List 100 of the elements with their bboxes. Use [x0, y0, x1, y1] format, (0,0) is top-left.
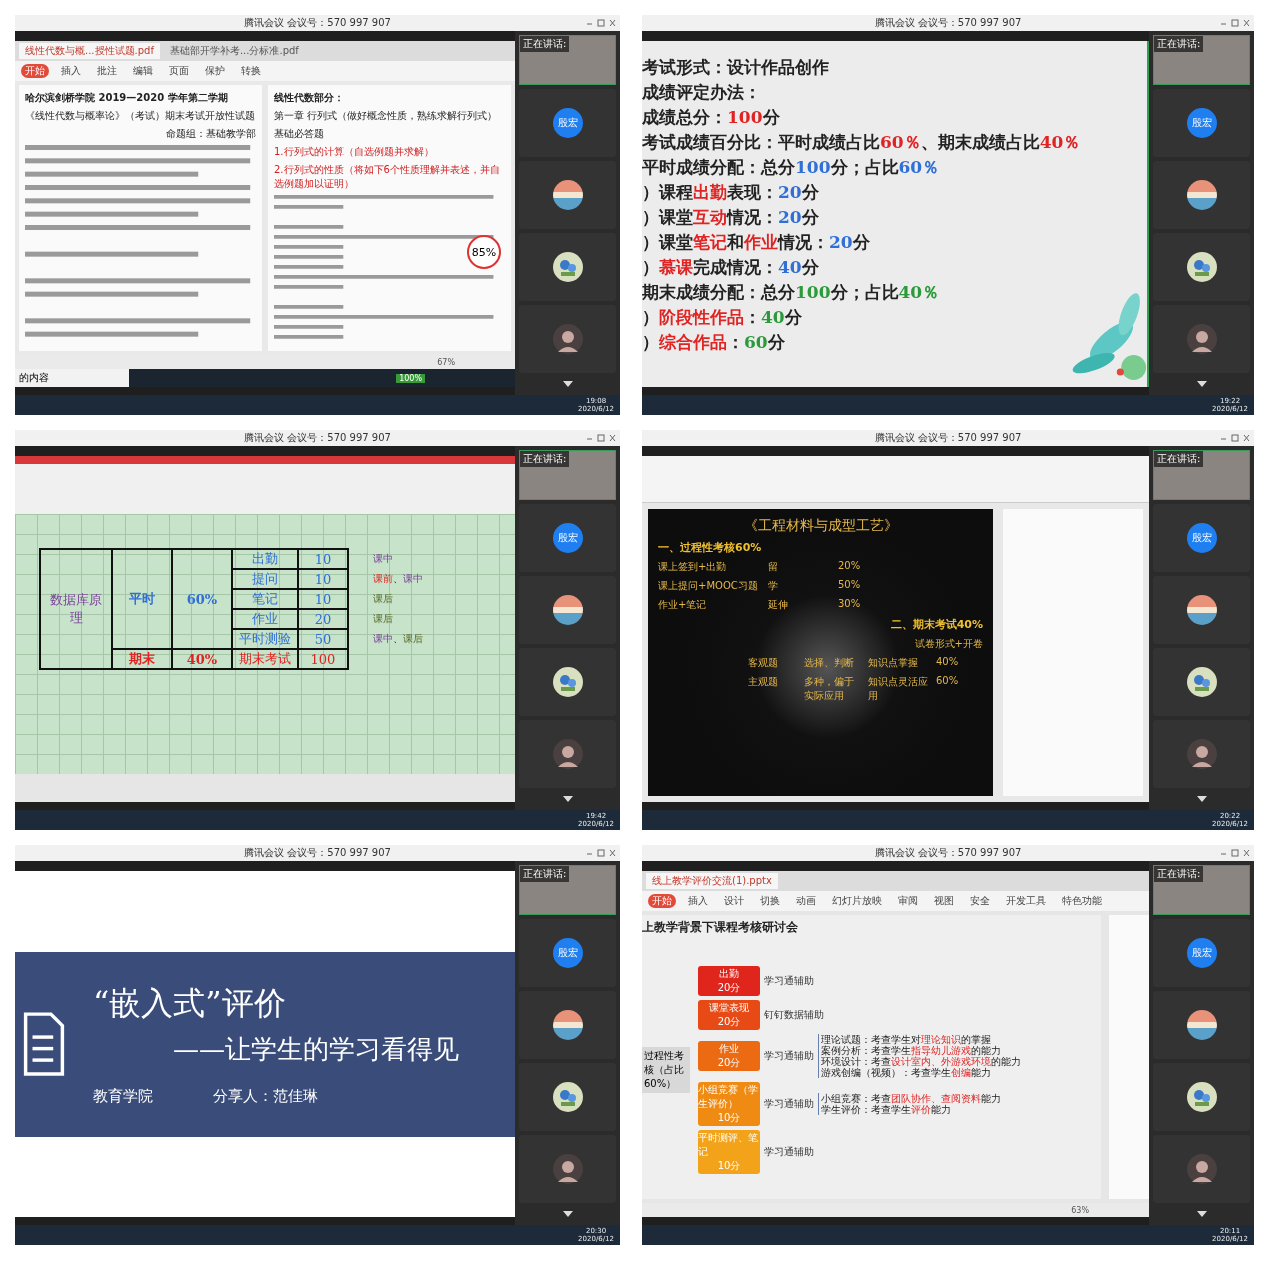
ribbon-tab[interactable]: 批注 [93, 64, 121, 78]
ribbon-tab[interactable]: 插入 [684, 894, 712, 908]
sunset-avatar-icon [552, 595, 583, 625]
window-controls-icon[interactable] [586, 434, 616, 442]
window-controls-icon[interactable] [1220, 434, 1250, 442]
ribbon-tab[interactable]: 保护 [201, 64, 229, 78]
cell-note: 课后 [373, 593, 393, 604]
mindmap-node: 课堂表现 20分 [698, 1000, 760, 1030]
node-label: 钉钉数据辅助 [764, 1008, 824, 1022]
ribbon-tab[interactable]: 幻灯片放映 [828, 894, 886, 908]
ribbon-tab[interactable]: 切换 [756, 894, 784, 908]
slide-subtitle: ——让学生的学习看得见 [173, 1033, 459, 1066]
slide-text: ）综合作品：60分 [642, 331, 786, 354]
slide-text: 成绩评定办法： [642, 81, 762, 104]
table-cell: 10 [298, 549, 348, 569]
table-cell: 10 [298, 569, 348, 589]
node-details: 理论试题：考查学生对理论知识的掌握 案例分析：考查学生指导幼儿游戏的能力 环境设计：考查设计室内、外游戏环境的能力 游戏创编（视频）：考查学生创编能力 [818, 1034, 1021, 1078]
document-tab[interactable]: 线上教学评价交流(1).pptx [646, 873, 778, 889]
zoom-level[interactable]: 67% [437, 357, 455, 367]
zoom-level[interactable]: 63% [1071, 1205, 1089, 1215]
person-avatar-icon [1186, 739, 1217, 769]
ribbon-tab[interactable]: 安全 [966, 894, 994, 908]
search-field[interactable]: 的内容 [15, 369, 129, 387]
section-heading: 二、期末考试40% [890, 617, 983, 632]
document-text: 1.行列式的计算（自选例题并求解） [274, 145, 435, 159]
slide-text: 留 [768, 560, 779, 574]
person-avatar-icon [552, 739, 583, 769]
table-cell: 40% [172, 649, 232, 669]
mindmap-node: 作业 20分 [698, 1041, 760, 1071]
ribbon-tab[interactable]: 开始 [648, 894, 676, 908]
slide-text: 延伸 [768, 598, 789, 612]
college-name: 教育学院 [93, 1087, 153, 1106]
ribbon-tab[interactable]: 开始 [21, 64, 49, 78]
ribbon-tab[interactable]: 审阅 [894, 894, 922, 908]
ribbon-tab[interactable]: 动画 [792, 894, 820, 908]
ribbon-tab[interactable]: 特色功能 [1058, 894, 1106, 908]
table-cell: 20 [298, 609, 348, 629]
person-avatar-icon [552, 1154, 583, 1184]
cell-note: 课前、课中 [373, 573, 423, 584]
slide-text: 学 [768, 579, 779, 593]
slide-text: 作业+笔记 [658, 598, 708, 612]
slide-text: ）慕课完成情况：40分 [642, 256, 820, 279]
node-label: 学习通辅助 [764, 974, 814, 988]
node-label: 学习通辅助 [764, 1145, 814, 1159]
document-text: 命题组：基础教学部 [165, 127, 256, 141]
document-text: 2.行列式的性质（将如下6个性质理解并表述，并自选例题加以证明） [274, 163, 501, 191]
window-title: 腾讯会议 会议号：570 997 907 [874, 16, 1022, 30]
slide-title: “嵌入式”评价 [93, 983, 287, 1024]
table-cell: 出勤 [232, 549, 298, 569]
ribbon-tab[interactable]: 插入 [57, 64, 85, 78]
mindmap-node: 出勤 20分 [698, 966, 760, 996]
avatar-initials: 殷宏 [1186, 938, 1217, 968]
slide-title: 上教学背景下课程考核研讨会 [642, 919, 799, 936]
scroll-down-icon[interactable] [562, 796, 573, 802]
window-title: 腾讯会议 会议号：570 997 907 [874, 431, 1022, 445]
ribbon-tab[interactable]: 设计 [720, 894, 748, 908]
window-title: 腾讯会议 会议号：570 997 907 [244, 846, 391, 860]
table-cell: 50 [298, 629, 348, 649]
table-cell: 100 [298, 649, 348, 669]
document-text: 基础必答题 [274, 127, 325, 141]
slide-text: ）课堂互动情况：20分 [642, 206, 820, 229]
sunset-avatar-icon [552, 1010, 583, 1040]
slide-text: 期末成绩分配：总分100分；占比40％ [642, 281, 941, 304]
ribbon-tab[interactable]: 页面 [165, 64, 193, 78]
table-cell: 数据库原理 [40, 549, 112, 669]
scroll-down-icon[interactable] [1196, 381, 1207, 387]
scroll-down-icon[interactable] [562, 381, 573, 387]
window-controls-icon[interactable] [1220, 19, 1250, 27]
mindmap-node: 平时测评、笔记 10分 [698, 1130, 760, 1174]
avatar-initials: 殷宏 [1186, 523, 1217, 553]
window-controls-icon[interactable] [1220, 849, 1250, 857]
slide-text: 客观题 [748, 656, 779, 670]
table-cell: 笔记 [232, 589, 298, 609]
cell-note: 课中、课后 [373, 633, 423, 644]
sunset-avatar-icon [1186, 595, 1217, 625]
window-controls-icon[interactable] [586, 849, 616, 857]
mindmap-root: 过程性考核（占比60%） [642, 1047, 690, 1093]
slide-text: 平时成绩分配：总分100分；占比60％ [642, 156, 941, 179]
window-title: 腾讯会议 会议号：570 997 907 [244, 16, 391, 30]
node-details: 小组竞赛：考查团队协作、查阅资料能力 学生评价：考查学生评价能力 [818, 1093, 1001, 1115]
ribbon-tab[interactable]: 开发工具 [1002, 894, 1050, 908]
sunset-avatar-icon [1186, 1010, 1217, 1040]
flower-avatar-icon [1186, 667, 1217, 697]
slide-text: ）课程出勤表现：20分 [642, 181, 820, 204]
flower-avatar-icon [552, 667, 583, 697]
slide-text: ）阶段性作品：40分 [642, 306, 803, 329]
ribbon-tab[interactable]: 转换 [237, 64, 265, 78]
document-tab[interactable]: 基础部开学补考...分标准.pdf [163, 43, 305, 59]
slide-text: ）课堂笔记和作业情况：20分 [642, 231, 871, 254]
document-text: 第一章 行列式（做好概念性质，熟练求解行列式） [274, 109, 499, 123]
document-tab[interactable]: 线性代数与概...授性试题.pdf [19, 43, 160, 59]
scroll-down-icon[interactable] [1196, 1211, 1207, 1217]
window-controls-icon[interactable] [586, 19, 616, 27]
table-cell: 期末 [112, 649, 172, 669]
table-cell: 平时测验 [232, 629, 298, 649]
scroll-down-icon[interactable] [1196, 796, 1207, 802]
speaking-label: 正在讲话: [1154, 866, 1204, 882]
scroll-down-icon[interactable] [562, 1211, 573, 1217]
ribbon-tab[interactable]: 编辑 [129, 64, 157, 78]
ribbon-tab[interactable]: 视图 [930, 894, 958, 908]
